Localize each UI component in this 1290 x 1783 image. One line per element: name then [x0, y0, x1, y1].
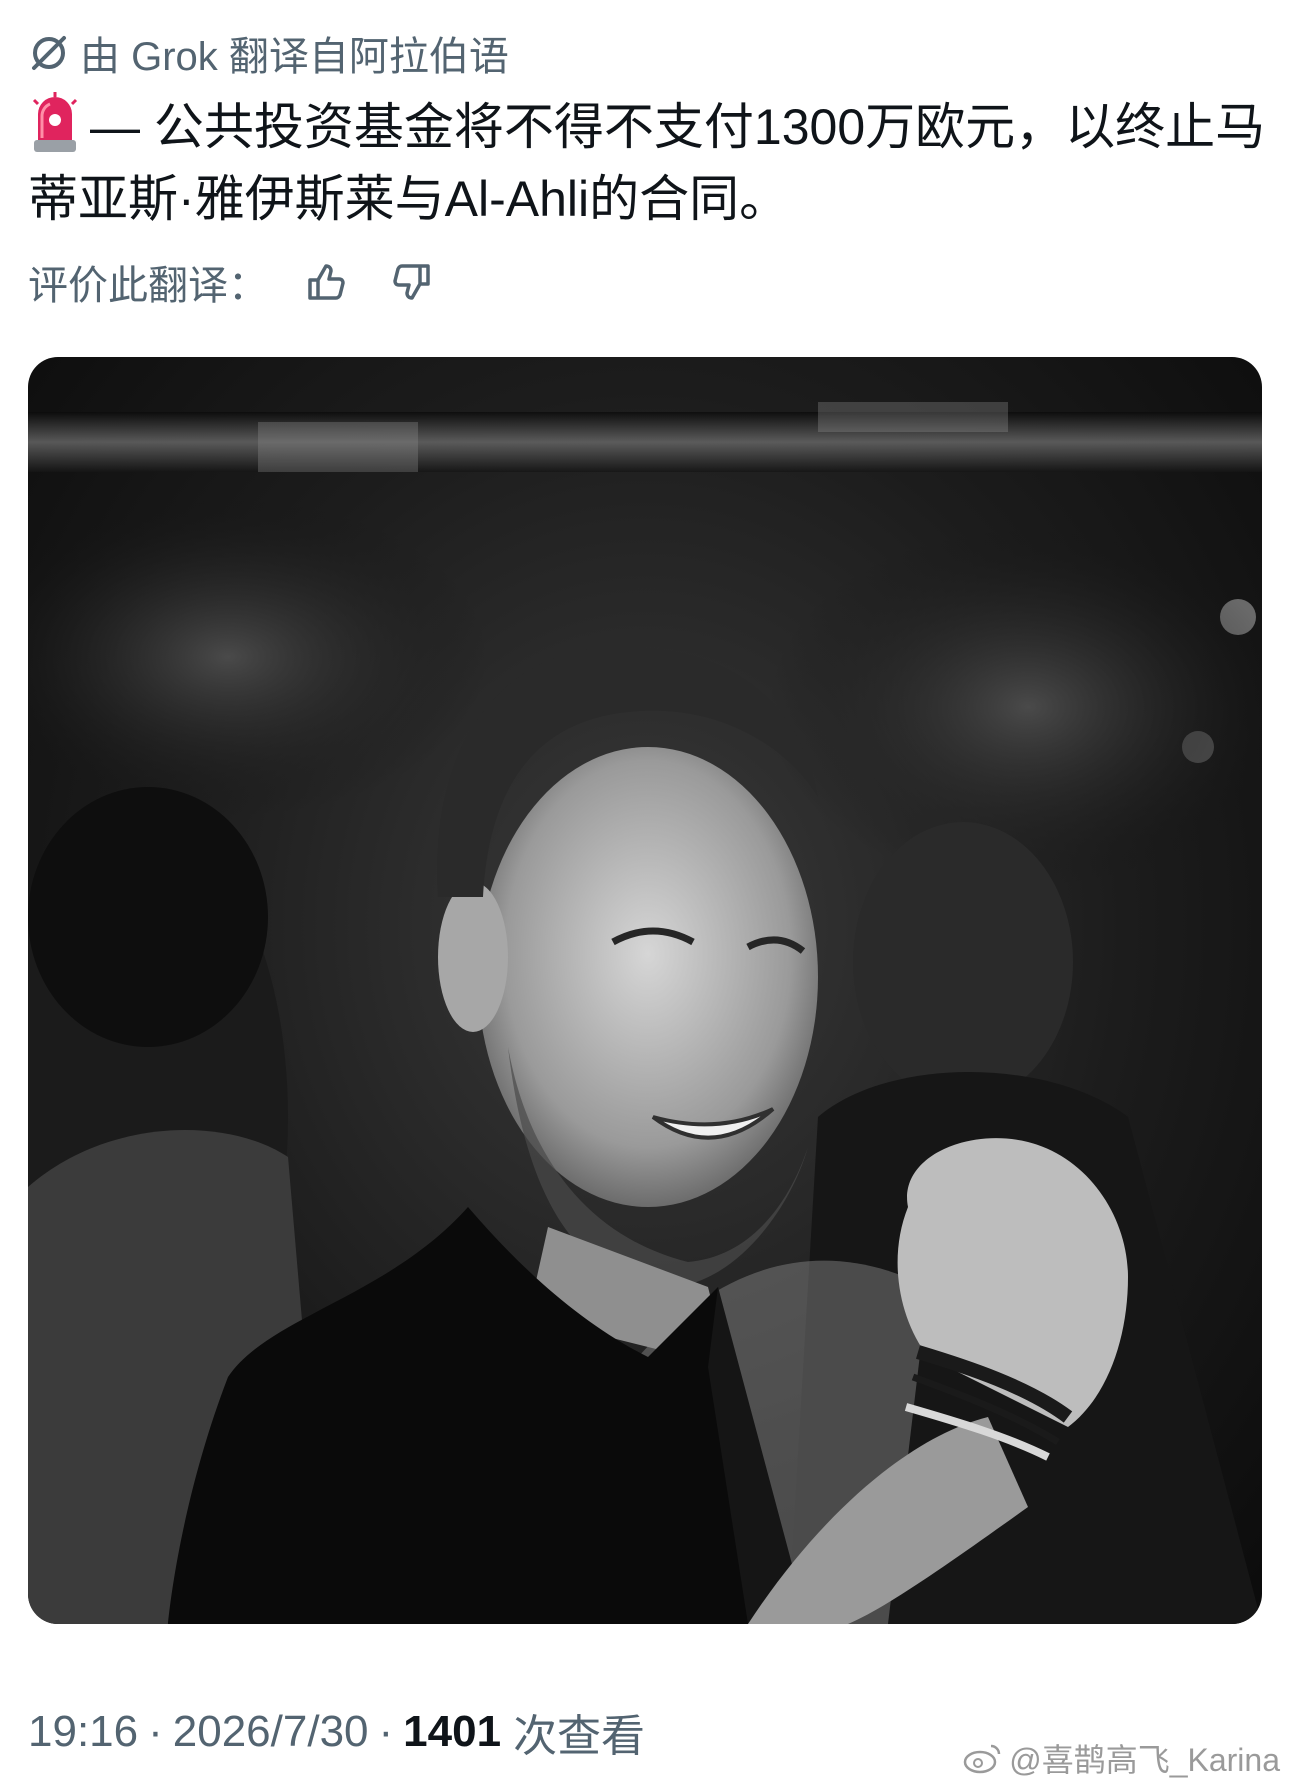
thumbs-down-icon[interactable] [384, 254, 440, 310]
thumbs-up-icon[interactable] [298, 254, 354, 310]
meta-separator: · [378, 1707, 394, 1756]
post-photo[interactable] [28, 357, 1262, 1624]
weibo-logo-icon [963, 1742, 1003, 1774]
rate-translation-label: 评价此翻译： [28, 264, 268, 308]
photo-illustration [28, 402, 1262, 1624]
watermark: @喜鹊高飞_Karina [963, 1738, 1280, 1778]
post-time[interactable]: 19:16 [28, 1707, 138, 1757]
police-siren-icon [28, 90, 82, 154]
post-body: — 公共投资基金将不得不支付1300万欧元，以终止马蒂亚斯·雅伊斯莱与Al-Ah… [28, 99, 1266, 227]
rate-translation: 评价此翻译： [28, 254, 440, 310]
post-text: — 公共投资基金将不得不支付1300万欧元，以终止马蒂亚斯·雅伊斯莱与Al-Ah… [28, 90, 1268, 235]
meta-separator: · [148, 1707, 163, 1756]
views-label: 次查看 [513, 1712, 646, 1761]
watermark-text: @喜鹊高飞_Karina [1009, 1742, 1280, 1778]
translation-notice-text: 由 Grok 翻译自阿拉伯语 [80, 35, 509, 79]
translation-notice: 由 Grok 翻译自阿拉伯语 [28, 28, 509, 79]
views-count[interactable]: 1401 [403, 1707, 501, 1757]
post-date[interactable]: 2026/7/30 [173, 1707, 369, 1757]
post-meta: 19:16 · 2026/7/30 · 1401 次查看 [28, 1700, 645, 1764]
grok-icon [28, 32, 70, 74]
